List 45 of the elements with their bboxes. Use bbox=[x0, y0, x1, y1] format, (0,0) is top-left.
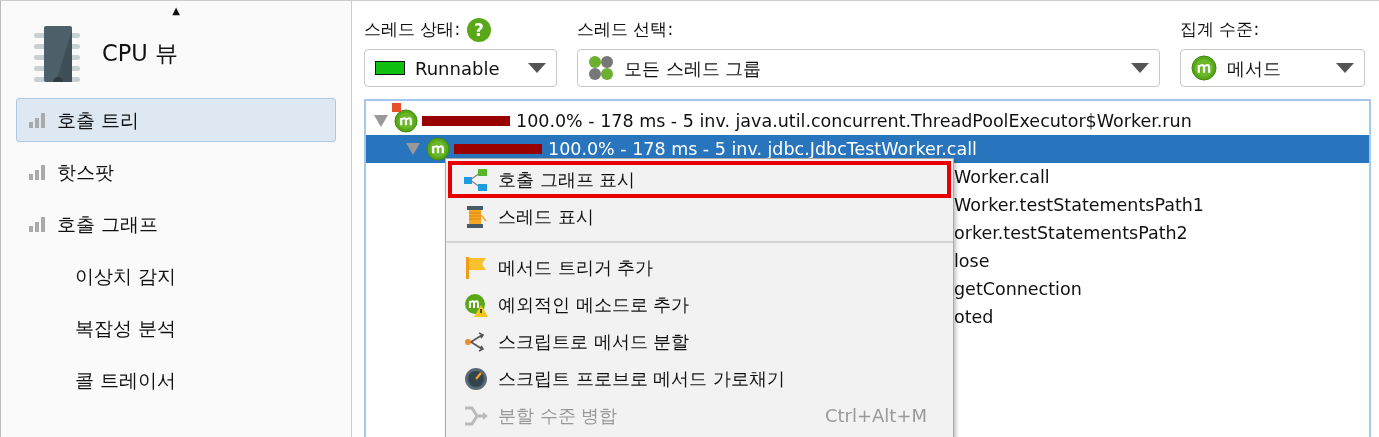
gauge-icon bbox=[464, 366, 488, 391]
method-icon bbox=[1191, 55, 1217, 81]
dropdown[interactable]: 모든 스레드 그룹 bbox=[577, 49, 1160, 87]
menu-item[interactable]: 예외적인 메소드로 추가 bbox=[448, 286, 951, 323]
field-label: 스레드 상태: bbox=[364, 18, 461, 42]
menu-item[interactable]: 스크립트로 메서드 분할 bbox=[448, 323, 951, 360]
node-label: 100.0% - 178 ms - 5 inv. java.util.concurrent.ThreadPoolExecutor$Worker.run bbox=[516, 109, 1192, 133]
call-graph-icon bbox=[464, 167, 488, 192]
tree-row[interactable]: 100.0% - 178 ms - 5 inv. jdbc.JdbcTestWorker.call bbox=[366, 135, 1369, 163]
sidebar-item[interactable]: 핫스팟 bbox=[16, 150, 336, 194]
menu-item[interactable]: 호출 그래프 표시 bbox=[448, 161, 951, 198]
method-icon bbox=[426, 137, 450, 161]
signal-bars-icon bbox=[29, 216, 47, 232]
node-label: 100.0% - 178 ms - 5 inv. jdbc.JdbcTestWorker.call bbox=[548, 137, 977, 161]
tree-row[interactable]: 100.0% - 178 ms - 5 inv. java.util.concurrent.ThreadPoolExecutor$Worker.run bbox=[366, 107, 1369, 135]
sidebar-item[interactable]: 이상치 감지 bbox=[16, 254, 336, 298]
dropdown[interactable]: 메서드 bbox=[1180, 49, 1365, 87]
scroll-up-arrow[interactable]: ▲ bbox=[172, 6, 180, 16]
state-swatch-icon bbox=[375, 61, 405, 75]
shortcut-text: Ctrl+Alt+M bbox=[824, 404, 927, 428]
node-label: getConnection bbox=[954, 277, 1082, 301]
signal-bars-icon bbox=[29, 112, 47, 128]
sidebar-item[interactable]: 콜 트레이서 bbox=[16, 358, 336, 402]
thread-group-icon bbox=[588, 55, 614, 81]
signal-bars-icon bbox=[29, 164, 47, 180]
menu-item[interactable]: 스레드 표시 bbox=[448, 198, 951, 235]
method-warning-icon bbox=[464, 292, 488, 317]
flag-icon bbox=[464, 255, 488, 280]
caret-icon bbox=[1336, 63, 1354, 73]
menu-item[interactable]: 스크립트 프로브로 메서드 가로채기 bbox=[448, 360, 951, 397]
node-label: orker.testStatementsPath2 bbox=[954, 221, 1188, 245]
menu-item[interactable]: 메서드 트리거 추가 bbox=[448, 249, 951, 286]
sidebar-item[interactable]: 호출 그래프 bbox=[16, 202, 336, 246]
hotspot-marker-icon bbox=[392, 103, 401, 112]
method-icon bbox=[394, 109, 418, 133]
chip-icon bbox=[34, 26, 80, 82]
dropdown[interactable]: Runnable bbox=[364, 49, 557, 87]
sidebar-title: CPU 뷰 bbox=[102, 39, 178, 69]
sidebar-item[interactable]: 호출 트리 bbox=[16, 98, 336, 142]
field-label: 스레드 선택: bbox=[577, 18, 674, 42]
caret-icon bbox=[1131, 63, 1149, 73]
field-label: 집계 수준: bbox=[1180, 18, 1260, 42]
spool-icon bbox=[464, 204, 488, 229]
sidebar-item[interactable]: 복잡성 분석 bbox=[16, 306, 336, 350]
caret-icon bbox=[528, 63, 546, 73]
